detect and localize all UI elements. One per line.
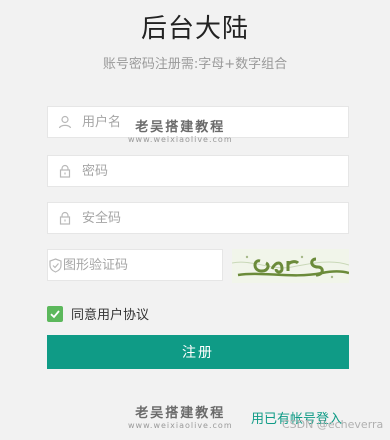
agree-terms[interactable]: 同意用户协议	[47, 304, 149, 323]
lock-icon	[48, 203, 82, 233]
security-code-input[interactable]	[82, 204, 348, 232]
credit-text: CSDN @echeverra	[282, 418, 384, 431]
page-subtitle: 账号密码注册需:字母+数字组合	[102, 57, 288, 72]
page-title: 后台大陆	[140, 14, 249, 44]
watermark-main: 老吴搭建教程	[135, 406, 226, 421]
security-code-field[interactable]	[47, 202, 349, 234]
watermark-url: www.weixiaolive.com	[128, 421, 233, 430]
user-icon	[48, 107, 82, 137]
agree-label: 同意用户协议	[71, 308, 150, 323]
captcha-input[interactable]	[63, 251, 233, 279]
watermark: 老吴搭建教程 www.weixiaolive.com	[128, 402, 233, 430]
password-field[interactable]	[47, 155, 349, 187]
shield-icon	[48, 250, 63, 280]
check-icon	[50, 309, 60, 318]
watermark: 老吴搭建教程 www.weixiaolive.com	[128, 116, 233, 144]
password-input[interactable]	[82, 157, 348, 185]
lock-icon	[48, 156, 82, 186]
register-button[interactable]: 注册	[47, 335, 349, 369]
captcha-image[interactable]	[232, 249, 349, 283]
agree-checkbox[interactable]	[47, 305, 63, 322]
watermark-main: 老吴搭建教程	[135, 120, 226, 135]
captcha-field[interactable]	[47, 249, 233, 281]
watermark-url: www.weixiaolive.com	[128, 135, 233, 144]
